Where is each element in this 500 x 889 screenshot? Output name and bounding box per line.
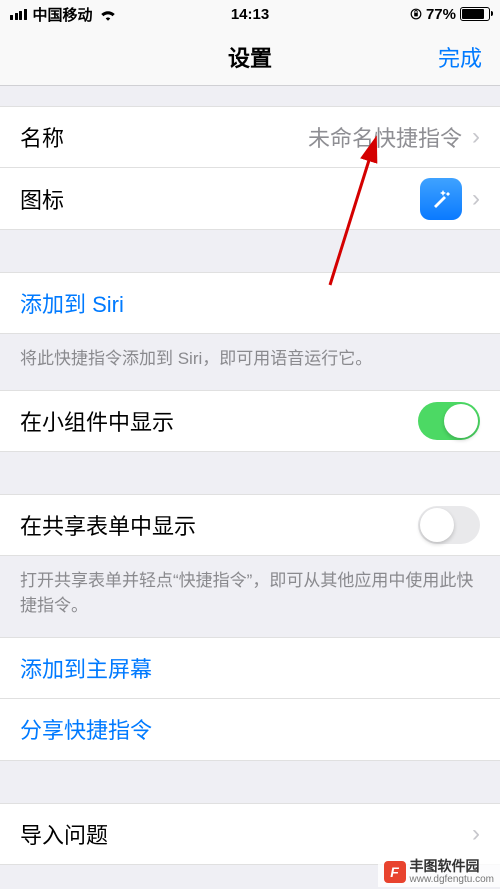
signal-icon [10, 9, 27, 20]
chevron-right-icon: › [472, 820, 480, 848]
status-right: 77% [410, 6, 490, 23]
widget-toggle[interactable] [418, 402, 480, 440]
shortcut-wand-icon [420, 178, 462, 220]
add-to-siri-cell[interactable]: 添加到 Siri [0, 272, 500, 334]
watermark-url: www.dgfengtu.com [410, 874, 495, 885]
add-to-home-label: 添加到主屏幕 [20, 652, 152, 684]
chevron-right-icon: › [472, 123, 480, 151]
wifi-icon [99, 7, 117, 21]
status-left: 中国移动 [10, 4, 117, 25]
chevron-right-icon: › [472, 185, 480, 213]
import-questions-cell[interactable]: 导入问题 › [0, 803, 500, 865]
icon-cell[interactable]: 图标 › [0, 168, 500, 230]
add-to-siri-label: 添加到 Siri [20, 287, 124, 319]
watermark: F 丰图软件园 www.dgfengtu.com [378, 857, 500, 887]
share-sheet-label: 在共享表单中显示 [20, 509, 196, 541]
nav-title: 设置 [228, 41, 272, 73]
name-label: 名称 [20, 121, 64, 153]
name-cell[interactable]: 名称 未命名快捷指令 › [0, 106, 500, 168]
import-questions-label: 导入问题 [20, 818, 108, 850]
share-shortcut-cell[interactable]: 分享快捷指令 [0, 699, 500, 761]
status-bar: 中国移动 14:13 77% [0, 0, 500, 28]
name-value: 未命名快捷指令 [64, 121, 462, 153]
battery-pct: 77% [426, 6, 456, 23]
widget-label: 在小组件中显示 [20, 405, 174, 437]
icon-label: 图标 [20, 183, 64, 215]
done-button[interactable]: 完成 [438, 41, 482, 73]
battery-icon [460, 7, 490, 21]
carrier-label: 中国移动 [33, 4, 93, 25]
widget-cell: 在小组件中显示 [0, 390, 500, 452]
share-sheet-note: 打开共享表单并轻点“快捷指令”，即可从其他应用中使用此快捷指令。 [0, 556, 500, 637]
status-time: 14:13 [231, 6, 269, 23]
orientation-lock-icon [410, 8, 422, 20]
add-to-home-cell[interactable]: 添加到主屏幕 [0, 637, 500, 699]
share-sheet-toggle[interactable] [418, 506, 480, 544]
nav-bar: 设置 完成 [0, 28, 500, 86]
add-to-siri-note: 将此快捷指令添加到 Siri，即可用语音运行它。 [0, 334, 500, 390]
watermark-title: 丰图软件园 [410, 859, 495, 874]
share-shortcut-label: 分享快捷指令 [20, 713, 152, 745]
share-sheet-cell: 在共享表单中显示 [0, 494, 500, 556]
watermark-logo: F [384, 861, 406, 883]
